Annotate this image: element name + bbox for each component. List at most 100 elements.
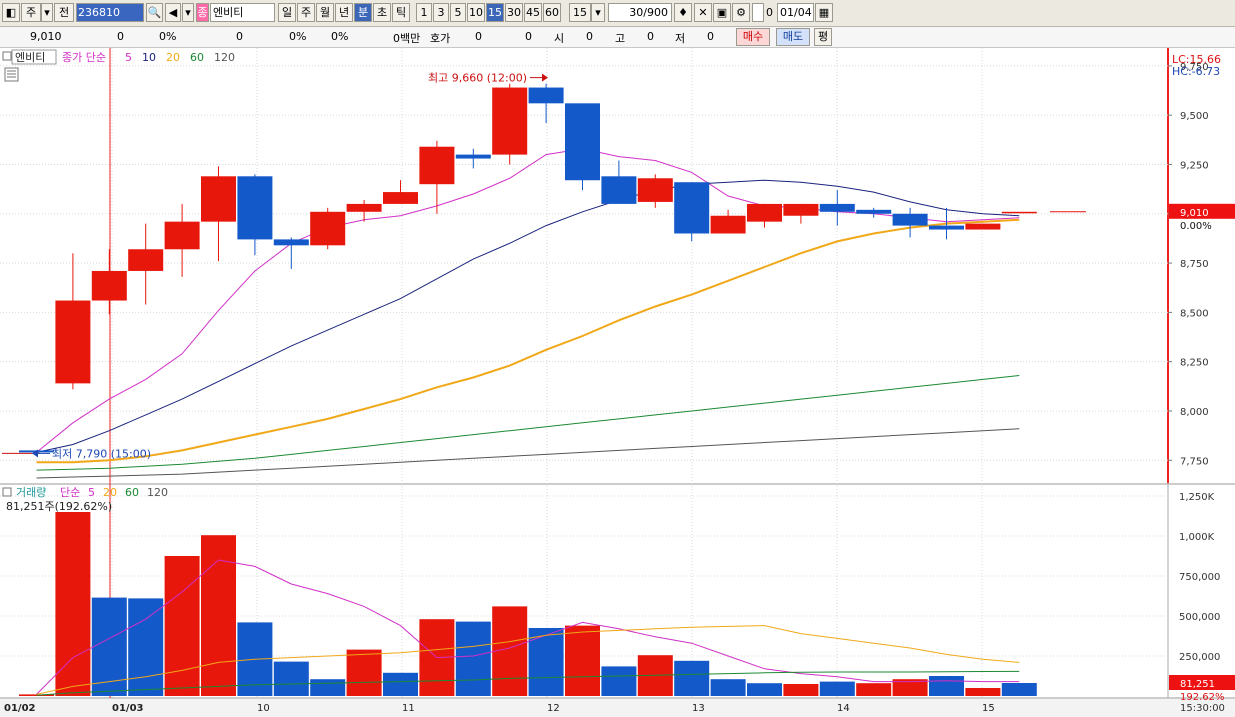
- interval-button[interactable]: 10: [467, 3, 485, 22]
- candle-body: [455, 154, 491, 159]
- open-value: 0: [586, 30, 593, 43]
- mode-dropdown-icon[interactable]: ▾: [41, 3, 53, 22]
- period-button[interactable]: 월: [316, 3, 334, 22]
- time-tick-label: 15: [982, 703, 995, 714]
- volume-tick-label: 1,000K: [1179, 532, 1215, 543]
- candle-body: [201, 176, 236, 222]
- low-annotation: 최저 7,790 (15:00): [52, 447, 151, 460]
- buy-button[interactable]: 매수: [736, 28, 770, 46]
- interval-button[interactable]: 3: [433, 3, 449, 22]
- volume-bar: [565, 625, 600, 696]
- interval-button[interactable]: 45: [524, 3, 542, 22]
- candle-body: [128, 249, 164, 271]
- volume-bar: [201, 535, 236, 696]
- price-tick-label: 8,750: [1180, 259, 1209, 270]
- legend-period: 10: [142, 51, 156, 64]
- speaker-dropdown-icon[interactable]: ▾: [182, 3, 194, 22]
- crosshair-icon[interactable]: ✕: [694, 3, 712, 22]
- legend-toggle-icon: [2, 51, 12, 61]
- time-label: 15:30:00: [1180, 703, 1225, 714]
- last-volume-pct-label: 192.62%: [1180, 692, 1225, 703]
- price-change-pct: 0%: [159, 30, 177, 43]
- candle-body: [91, 270, 127, 301]
- volume: 0: [236, 30, 243, 43]
- volume-bar: [674, 660, 710, 696]
- date-field[interactable]: 01/04: [777, 3, 814, 22]
- high-label: 고: [615, 32, 626, 45]
- volume-tick-label: 750,000: [1179, 572, 1220, 583]
- candle-body: [346, 203, 382, 212]
- interval-button[interactable]: 5: [450, 3, 466, 22]
- volume-bar: [819, 681, 855, 696]
- time-tick-label: 12: [547, 703, 560, 714]
- search-icon[interactable]: 🔍: [146, 3, 163, 22]
- candle-icon[interactable]: ♦: [674, 3, 692, 22]
- chart-menu-icon[interactable]: ◧: [2, 3, 20, 22]
- average-button[interactable]: 평: [814, 28, 832, 46]
- volume-bar: [310, 679, 346, 696]
- interval-value[interactable]: 15: [569, 3, 591, 22]
- volume-tick-label: 500,000: [1179, 612, 1220, 623]
- volume-legend-label: 거래량: [16, 486, 46, 499]
- volume-bar: [455, 621, 491, 696]
- current-price: 9,010: [30, 30, 62, 43]
- volume-current-label: 81,251주(192.62%): [6, 500, 112, 513]
- last-pct-label: 0.00%: [1180, 221, 1212, 232]
- interval-button[interactable]: 30: [505, 3, 523, 22]
- volume-bar: [383, 672, 418, 696]
- settings-icon[interactable]: ⚙: [732, 3, 750, 22]
- time-tick-label: 01/02: [4, 703, 36, 714]
- interval-button[interactable]: 60: [543, 3, 561, 22]
- volume-legend-method: 단순: [60, 486, 80, 499]
- count-field[interactable]: 30/900: [608, 3, 672, 22]
- candle-body: [965, 223, 1001, 230]
- candle-body: [783, 203, 819, 216]
- legend-period: 5: [125, 51, 132, 64]
- interval-dropdown-icon[interactable]: ▾: [591, 3, 605, 22]
- candle-body: [383, 192, 418, 204]
- stock-code-input[interactable]: 236810: [76, 3, 144, 22]
- candle-body: [237, 176, 273, 240]
- stock-tag: 종: [196, 3, 209, 22]
- time-tick-label: 14: [837, 703, 850, 714]
- period-button[interactable]: 주: [297, 3, 315, 22]
- period-button[interactable]: 분: [354, 3, 372, 22]
- mode-select[interactable]: 주: [21, 3, 41, 22]
- quote-value-2: 0: [525, 30, 532, 43]
- period-button[interactable]: 초: [373, 3, 391, 22]
- stock-chart-area[interactable]: 7,7508,0008,2508,5008,7509,0009,2509,500…: [0, 48, 1235, 717]
- save-icon[interactable]: ▣: [713, 3, 731, 22]
- stock-name-field[interactable]: 엔비티: [210, 3, 275, 22]
- candle-body: [55, 300, 91, 384]
- quote-info-bar: 9,010 0 0% 0 0% 0% 0백만 호가 0 0 시 0 고 0 저 …: [0, 27, 1235, 48]
- candle-body: [674, 182, 710, 234]
- calendar-icon[interactable]: ▦: [815, 3, 833, 22]
- open-label: 시: [554, 32, 565, 45]
- volume-bar: [601, 666, 637, 696]
- checkbox[interactable]: [752, 3, 764, 22]
- price-tick-label: 9,500: [1180, 111, 1209, 122]
- candle-body: [747, 203, 782, 222]
- candle-body: [601, 176, 637, 204]
- volume-bar: [929, 676, 964, 696]
- period-button[interactable]: 년: [335, 3, 353, 22]
- speaker-icon[interactable]: ◀: [165, 3, 181, 22]
- volume-bar: [55, 512, 91, 696]
- candle-body: [892, 213, 928, 226]
- volume-bar: [747, 683, 782, 696]
- amount: 0백만: [393, 32, 421, 45]
- prev-button[interactable]: 전: [54, 3, 74, 22]
- legend-label: 종가 단순: [62, 51, 106, 64]
- period-button[interactable]: 틱: [392, 3, 410, 22]
- interval-button[interactable]: 15: [486, 3, 504, 22]
- volume-bar: [164, 556, 200, 696]
- period-button[interactable]: 일: [278, 3, 296, 22]
- sell-button[interactable]: 매도: [776, 28, 810, 46]
- volume-legend-period: 20: [103, 486, 117, 499]
- hc-label: HC:-6.73: [1172, 65, 1220, 78]
- time-tick-label: 13: [692, 703, 705, 714]
- volume-bar: [1001, 682, 1037, 696]
- interval-button[interactable]: 1: [416, 3, 432, 22]
- volume-legend-period: 5: [88, 486, 95, 499]
- candle-body: [164, 221, 200, 250]
